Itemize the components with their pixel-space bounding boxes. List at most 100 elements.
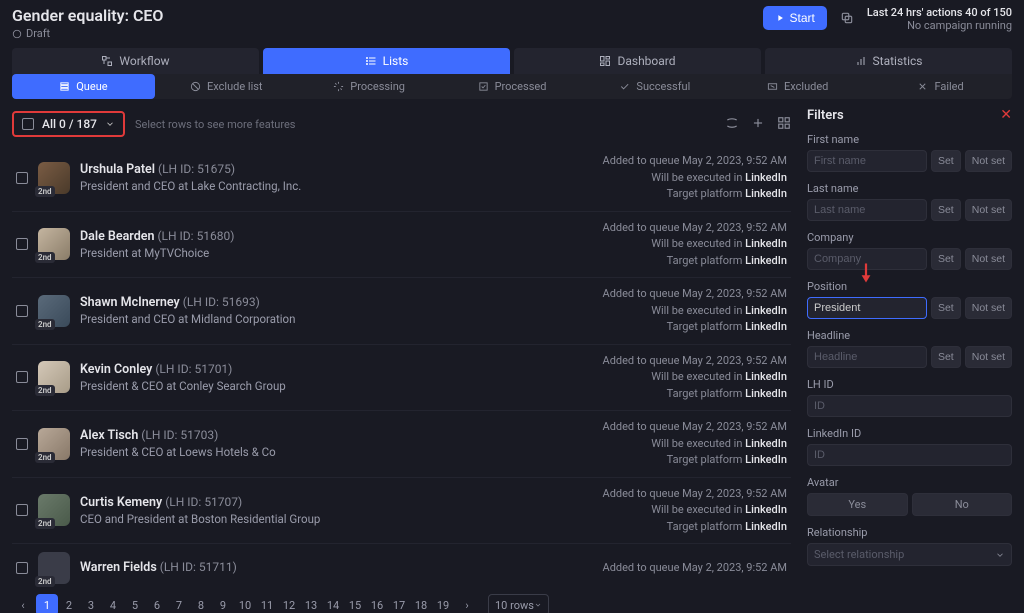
- last-name-input[interactable]: [807, 199, 927, 221]
- headline-set[interactable]: Set: [931, 346, 961, 368]
- page-number[interactable]: 5: [124, 594, 146, 613]
- subtab-exclude[interactable]: Exclude list: [155, 74, 298, 99]
- linkedin-id-label: LinkedIn ID: [807, 427, 1012, 440]
- relationship-select[interactable]: Select relationship: [807, 543, 1012, 566]
- selection-hint: Select rows to see more features: [135, 118, 296, 131]
- page-number[interactable]: 8: [190, 594, 212, 613]
- page-number[interactable]: 7: [168, 594, 190, 613]
- page-number[interactable]: 16: [366, 594, 388, 613]
- last-name-label: Last name: [807, 182, 1012, 195]
- relationship-label: Relationship: [807, 526, 1012, 539]
- list-item[interactable]: 2nd Curtis Kemeny (LH ID: 51707) CEO and…: [12, 478, 791, 545]
- row-checkbox[interactable]: [16, 562, 28, 574]
- list-item[interactable]: 2nd Shawn McInerney (LH ID: 51693) Presi…: [12, 278, 791, 345]
- position-set[interactable]: Set: [931, 297, 961, 319]
- row-checkbox[interactable]: [16, 238, 28, 250]
- row-meta: Added to queue May 2, 2023, 9:52 AM Will…: [603, 286, 787, 336]
- list-item[interactable]: 2nd Alex Tisch (LH ID: 51703) President …: [12, 411, 791, 478]
- page-number[interactable]: 17: [388, 594, 410, 613]
- subtab-excluded[interactable]: Excluded: [726, 74, 869, 99]
- page-number[interactable]: 9: [212, 594, 234, 613]
- subtab-queue[interactable]: Queue: [12, 74, 155, 99]
- avatar: 2nd: [38, 162, 70, 194]
- row-position: President & CEO at Loews Hotels & Co: [80, 445, 593, 459]
- duplicate-icon[interactable]: [835, 6, 859, 33]
- company-input[interactable]: [807, 248, 927, 270]
- company-notset[interactable]: Not set: [965, 248, 1012, 270]
- page-number[interactable]: 18: [410, 594, 432, 613]
- tab-statistics[interactable]: Statistics: [765, 48, 1012, 74]
- row-checkbox[interactable]: [16, 438, 28, 450]
- list-item[interactable]: 2nd Kevin Conley (LH ID: 51701) Presiden…: [12, 345, 791, 412]
- row-meta: Added to queue May 2, 2023, 9:52 AM Will…: [603, 220, 787, 270]
- list-item[interactable]: 2nd Dale Bearden (LH ID: 51680) Presiden…: [12, 212, 791, 279]
- chevron-down-icon[interactable]: [105, 119, 115, 129]
- rows-per-page[interactable]: 10 rows: [488, 594, 549, 613]
- row-name: Shawn McInerney: [80, 295, 180, 310]
- subtab-processing[interactable]: Processing: [298, 74, 441, 99]
- page-number[interactable]: 12: [278, 594, 300, 613]
- subtab-failed[interactable]: Failed: [869, 74, 1012, 99]
- page-prev[interactable]: ‹: [12, 594, 34, 613]
- page-number[interactable]: 14: [322, 594, 344, 613]
- position-notset[interactable]: Not set: [965, 297, 1012, 319]
- position-input[interactable]: [807, 297, 927, 319]
- select-all-checkbox[interactable]: [22, 118, 34, 130]
- avatar-no[interactable]: No: [912, 493, 1013, 516]
- row-checkbox[interactable]: [16, 305, 28, 317]
- last-name-set[interactable]: Set: [931, 199, 961, 221]
- page-number[interactable]: 1: [36, 594, 58, 613]
- list-item[interactable]: 2nd Urshula Patel (LH ID: 51675) Preside…: [12, 145, 791, 212]
- row-checkbox[interactable]: [16, 172, 28, 184]
- row-name: Kevin Conley: [80, 362, 152, 377]
- row-checkbox[interactable]: [16, 504, 28, 516]
- close-filters-icon[interactable]: ✕: [1000, 107, 1012, 123]
- page-number[interactable]: 6: [146, 594, 168, 613]
- list-item[interactable]: 2nd Warren Fields (LH ID: 51711) Added t…: [12, 544, 791, 588]
- first-name-set[interactable]: Set: [931, 150, 961, 172]
- page-number[interactable]: 3: [80, 594, 102, 613]
- headline-notset[interactable]: Not set: [965, 346, 1012, 368]
- lhid-input[interactable]: [807, 395, 1012, 417]
- row-meta: Added to queue May 2, 2023, 9:52 AM Will…: [603, 353, 787, 403]
- company-set[interactable]: Set: [931, 248, 961, 270]
- filters-title: Filters: [807, 108, 844, 123]
- subtab-successful[interactable]: Successful: [583, 74, 726, 99]
- add-icon[interactable]: [751, 116, 765, 133]
- row-lhid: (LH ID: 51693): [183, 295, 260, 309]
- row-checkbox[interactable]: [16, 371, 28, 383]
- first-name-label: First name: [807, 133, 1012, 146]
- row-lhid: (LH ID: 51707): [165, 495, 242, 509]
- row-name: Alex Tisch: [80, 428, 138, 443]
- grid-icon[interactable]: [777, 116, 791, 133]
- last-name-notset[interactable]: Not set: [965, 199, 1012, 221]
- start-button[interactable]: Start: [763, 6, 827, 30]
- linkedin-id-input[interactable]: [807, 444, 1012, 466]
- row-position: CEO and President at Boston Residential …: [80, 512, 593, 526]
- page-next[interactable]: ›: [456, 594, 478, 613]
- tab-workflow[interactable]: Workflow: [12, 48, 259, 74]
- page-number[interactable]: 4: [102, 594, 124, 613]
- chevron-down-icon: [995, 550, 1005, 560]
- status-badge: Draft: [12, 27, 163, 40]
- page-number[interactable]: 19: [432, 594, 454, 613]
- page-number[interactable]: 13: [300, 594, 322, 613]
- link-icon[interactable]: [725, 116, 739, 133]
- row-meta: Added to queue May 2, 2023, 9:52 AM: [603, 560, 787, 577]
- page-number[interactable]: 11: [256, 594, 278, 613]
- page-number[interactable]: 2: [58, 594, 80, 613]
- degree-badge: 2nd: [35, 452, 55, 463]
- select-all-box[interactable]: All 0 / 187: [12, 111, 125, 137]
- avatar: 2nd: [38, 494, 70, 526]
- degree-badge: 2nd: [35, 385, 55, 396]
- page-number[interactable]: 10: [234, 594, 256, 613]
- headline-input[interactable]: [807, 346, 927, 368]
- subtab-processed[interactable]: Processed: [441, 74, 584, 99]
- row-position: President at MyTVChoice: [80, 246, 593, 260]
- first-name-notset[interactable]: Not set: [965, 150, 1012, 172]
- tab-lists[interactable]: Lists: [263, 48, 510, 74]
- tab-dashboard[interactable]: Dashboard: [514, 48, 761, 74]
- avatar-yes[interactable]: Yes: [807, 493, 908, 516]
- first-name-input[interactable]: [807, 150, 927, 172]
- page-number[interactable]: 15: [344, 594, 366, 613]
